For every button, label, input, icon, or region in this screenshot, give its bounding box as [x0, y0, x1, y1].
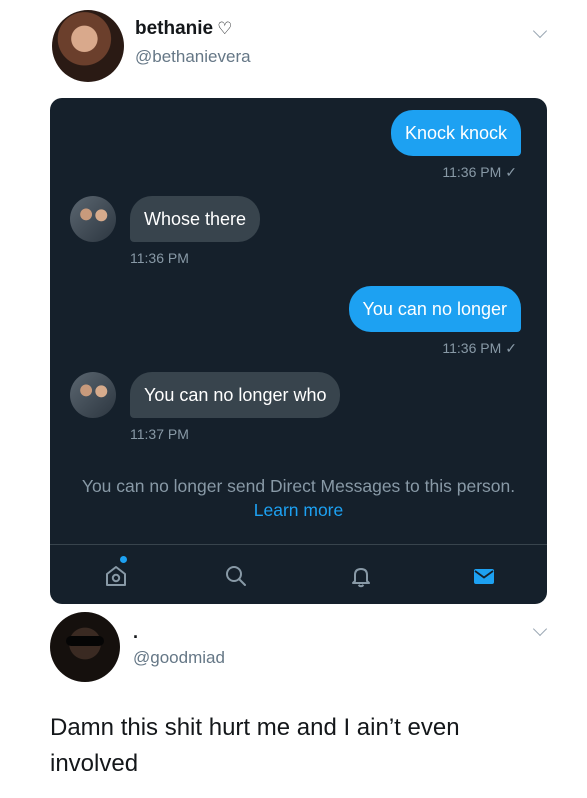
message-timestamp: 11:36 PM — [130, 250, 189, 266]
reply-author-handle[interactable]: @goodmiad — [133, 648, 225, 668]
author-avatar[interactable] — [52, 10, 124, 82]
timestamp-text: 11:36 PM — [442, 340, 502, 356]
blocked-notice: You can no longer send Direct Messages t… — [70, 474, 527, 522]
chevron-down-icon[interactable] — [532, 621, 548, 637]
search-icon[interactable] — [220, 560, 252, 592]
heart-outline-icon: ♡ — [217, 19, 233, 38]
message-timestamp: 11:36 PM ✓ — [442, 340, 517, 357]
checkmark-icon: ✓ — [505, 340, 517, 356]
notification-dot — [120, 556, 127, 563]
message-bubble-incoming: You can no longer who — [130, 372, 341, 418]
dm-screenshot: Knock knock 11:36 PM ✓ Whose there 11:36 … — [50, 98, 547, 604]
message-timestamp: 11:37 PM — [130, 426, 189, 442]
divider — [50, 544, 547, 545]
author-name[interactable]: bethanie ♡ — [135, 18, 232, 40]
learn-more-link[interactable]: Learn more — [254, 500, 344, 520]
message-bubble-incoming: Whose there — [130, 196, 261, 242]
author-name-text: bethanie — [135, 18, 214, 39]
reply-author-name[interactable]: . — [133, 622, 138, 643]
author-handle[interactable]: @bethanievera — [135, 47, 251, 67]
mail-icon[interactable] — [468, 560, 500, 592]
message-bubble-outgoing: Knock knock — [390, 110, 521, 156]
blocked-notice-text: You can no longer send Direct Messages t… — [81, 476, 516, 496]
message-timestamp: 11:36 PM ✓ — [442, 164, 517, 181]
chevron-down-icon[interactable] — [532, 23, 548, 39]
bell-icon[interactable] — [345, 560, 377, 592]
checkmark-icon: ✓ — [505, 164, 517, 180]
reply-text: Damn this shit hurt me and I ain’t even … — [50, 714, 460, 777]
sunglasses-icon — [66, 636, 104, 646]
home-icon[interactable] — [100, 556, 132, 592]
contact-avatar[interactable] — [70, 372, 116, 418]
contact-avatar[interactable] — [70, 196, 116, 242]
timestamp-text: 11:36 PM — [442, 164, 502, 180]
message-bubble-outgoing: You can no longer — [348, 286, 521, 332]
reply-author-avatar[interactable] — [50, 612, 120, 682]
